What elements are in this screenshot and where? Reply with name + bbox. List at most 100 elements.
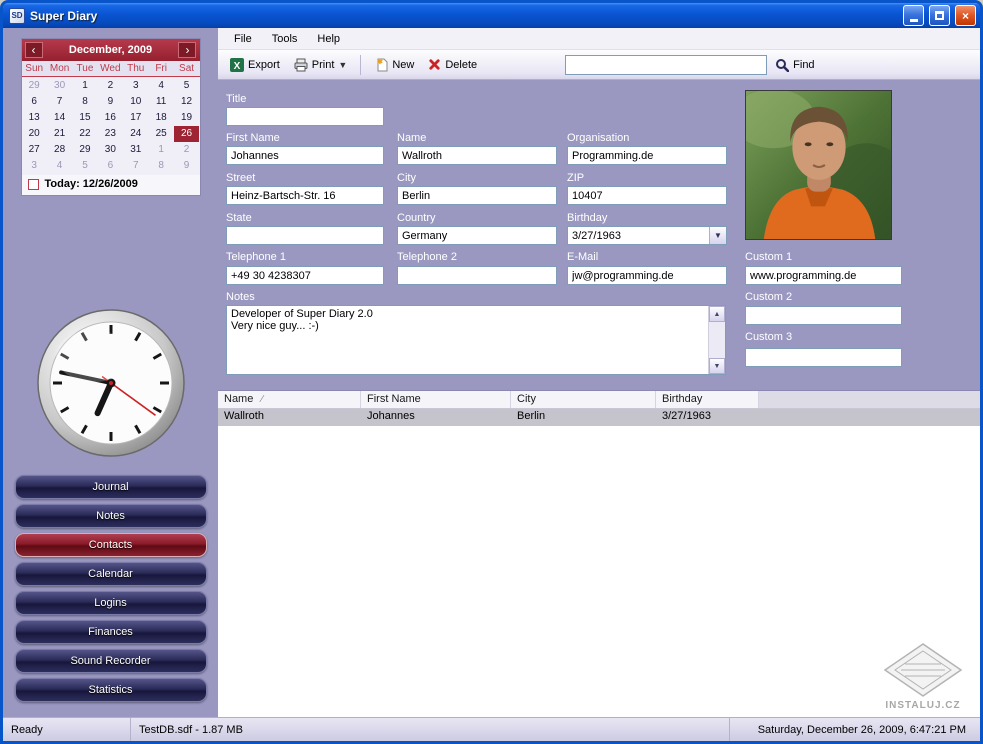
calendar-day[interactable]: 20 <box>22 126 47 142</box>
calendar-day[interactable]: 24 <box>123 126 148 142</box>
calendar-day[interactable]: 30 <box>98 142 123 158</box>
sidebar-item-journal[interactable]: Journal <box>15 475 207 499</box>
watermark-text: INSTALUJ.CZ <box>884 700 962 711</box>
calendar-day[interactable]: 28 <box>47 142 72 158</box>
calendar-day[interactable]: 16 <box>98 110 123 126</box>
organisation-field[interactable] <box>567 146 727 165</box>
calendar-day[interactable]: 3 <box>22 158 47 174</box>
calendar-day[interactable]: 9 <box>174 158 199 174</box>
close-button[interactable]: × <box>955 5 976 26</box>
scroll-up-icon[interactable]: ▲ <box>709 306 725 322</box>
email-field[interactable] <box>567 266 727 285</box>
print-button[interactable]: Print ▼ <box>288 55 354 75</box>
zip-field[interactable] <box>567 186 727 205</box>
calendar-day[interactable]: 8 <box>72 94 97 110</box>
street-field[interactable] <box>226 186 384 205</box>
calendar-day[interactable]: 9 <box>98 94 123 110</box>
calendar-day[interactable]: 30 <box>47 78 72 94</box>
notes-field[interactable]: Developer of Super Diary 2.0 Very nice g… <box>227 306 708 374</box>
telephone1-field[interactable] <box>226 266 384 285</box>
close-icon: × <box>962 9 969 23</box>
state-field[interactable] <box>226 226 384 245</box>
calendar-day[interactable]: 3 <box>123 78 148 94</box>
calendar-day[interactable]: 5 <box>174 78 199 94</box>
next-month-button[interactable]: › <box>178 42 196 58</box>
calendar-day[interactable]: 26 <box>174 126 199 142</box>
sidebar-item-notes[interactable]: Notes <box>15 504 207 528</box>
calendar-day[interactable]: 17 <box>123 110 148 126</box>
chevron-down-icon[interactable]: ▼ <box>709 227 726 244</box>
calendar-day[interactable]: 7 <box>123 158 148 174</box>
calendar-day[interactable]: 7 <box>47 94 72 110</box>
minimize-button[interactable] <box>903 5 924 26</box>
table-cell: 3/27/1963 <box>656 409 759 426</box>
calendar-day[interactable]: 5 <box>72 158 97 174</box>
calendar-day[interactable]: 6 <box>98 158 123 174</box>
calendar-day[interactable]: 1 <box>148 142 173 158</box>
calendar-day[interactable]: 21 <box>47 126 72 142</box>
calendar-day[interactable]: 29 <box>22 78 47 94</box>
prev-month-button[interactable]: ‹ <box>25 42 43 58</box>
calendar-day[interactable]: 8 <box>148 158 173 174</box>
calendar-day[interactable]: 2 <box>174 142 199 158</box>
calendar-day[interactable]: 19 <box>174 110 199 126</box>
sidebar-item-statistics[interactable]: Statistics <box>15 678 207 702</box>
table-header-cell[interactable]: Name <box>218 391 361 408</box>
calendar-day[interactable]: 14 <box>47 110 72 126</box>
calendar-day[interactable]: 29 <box>72 142 97 158</box>
menu-item-help[interactable]: Help <box>307 31 350 47</box>
calendar-day[interactable]: 1 <box>72 78 97 94</box>
telephone1-label: Telephone 1 <box>226 251 286 263</box>
calendar-day[interactable]: 6 <box>22 94 47 110</box>
calendar-day[interactable]: 4 <box>148 78 173 94</box>
sidebar-item-logins[interactable]: Logins <box>15 591 207 615</box>
calendar-day[interactable]: 27 <box>22 142 47 158</box>
search-input[interactable] <box>565 55 767 75</box>
calendar-day[interactable]: 4 <box>47 158 72 174</box>
title-field[interactable] <box>226 107 384 126</box>
sidebar-item-finances[interactable]: Finances <box>15 620 207 644</box>
export-button[interactable]: X Export <box>224 55 286 75</box>
birthday-value: 3/27/1963 <box>568 230 709 242</box>
calendar-day[interactable]: 25 <box>148 126 173 142</box>
sidebar-item-contacts[interactable]: Contacts <box>15 533 207 557</box>
table-header-cell[interactable]: City <box>511 391 656 408</box>
name-field[interactable] <box>397 146 557 165</box>
country-field[interactable] <box>397 226 557 245</box>
custom3-field[interactable] <box>745 348 902 367</box>
sidebar-item-sound-recorder[interactable]: Sound Recorder <box>15 649 207 673</box>
calendar-day[interactable]: 22 <box>72 126 97 142</box>
custom2-field[interactable] <box>745 306 902 325</box>
calendar-day[interactable]: 10 <box>123 94 148 110</box>
scroll-down-icon[interactable]: ▼ <box>709 358 725 374</box>
calendar-day[interactable]: 23 <box>98 126 123 142</box>
telephone2-field[interactable] <box>397 266 557 285</box>
calendar-day[interactable]: 12 <box>174 94 199 110</box>
calendar-day[interactable]: 13 <box>22 110 47 126</box>
maximize-button[interactable] <box>929 5 950 26</box>
birthday-select[interactable]: 3/27/1963 ▼ <box>567 226 727 245</box>
city-field[interactable] <box>397 186 557 205</box>
new-button[interactable]: ✱ New <box>368 55 420 75</box>
calendar-day[interactable]: 11 <box>148 94 173 110</box>
sidebar-item-calendar[interactable]: Calendar <box>15 562 207 586</box>
table-row[interactable]: WallrothJohannesBerlin3/27/1963 <box>218 409 980 426</box>
table-header-cell[interactable]: First Name <box>361 391 511 408</box>
calendar-today-row[interactable]: Today: 12/26/2009 <box>22 175 200 195</box>
notes-scrollbar[interactable]: ▲ ▼ <box>708 306 725 374</box>
delete-button[interactable]: Delete <box>422 55 483 74</box>
print-dropdown-icon[interactable]: ▼ <box>338 60 347 70</box>
calendar-day[interactable]: 31 <box>123 142 148 158</box>
find-button[interactable]: Find <box>769 55 820 75</box>
menu-item-file[interactable]: File <box>224 31 262 47</box>
app-body: ‹ December, 2009 › SunMonTueWedThuFriSat… <box>3 28 980 717</box>
menu-item-tools[interactable]: Tools <box>262 31 308 47</box>
calendar-day[interactable]: 15 <box>72 110 97 126</box>
custom1-field[interactable] <box>745 266 902 285</box>
first-name-field[interactable] <box>226 146 384 165</box>
calendar-day[interactable]: 18 <box>148 110 173 126</box>
maximize-icon <box>935 11 944 20</box>
table-header-cell[interactable]: Birthday <box>656 391 759 408</box>
calendar-day-header: Sat <box>174 61 199 76</box>
calendar-day[interactable]: 2 <box>98 78 123 94</box>
